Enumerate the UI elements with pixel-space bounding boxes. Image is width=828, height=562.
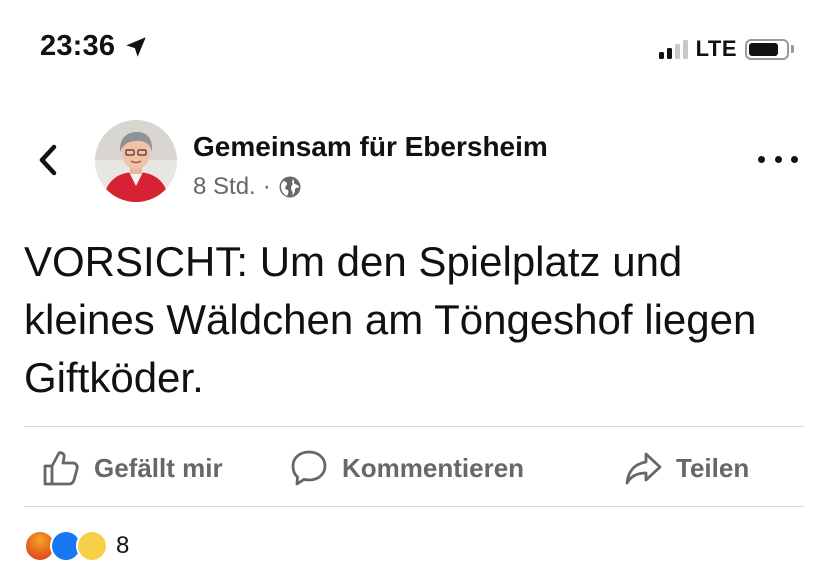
location-arrow-icon bbox=[126, 36, 146, 57]
post-text: VORSICHT: Um den Spielplatz und kleines … bbox=[24, 238, 757, 401]
reaction-count: 8 bbox=[116, 532, 130, 559]
chevron-left-icon bbox=[39, 144, 57, 176]
haha-reaction-icon bbox=[76, 530, 108, 562]
status-bar-time: 23:36 bbox=[40, 30, 149, 63]
more-options-button[interactable] bbox=[758, 146, 798, 172]
battery-icon bbox=[745, 38, 794, 60]
post-time[interactable]: 8 Std. bbox=[193, 173, 256, 201]
thumbs-up-icon bbox=[43, 451, 79, 486]
more-dot-icon bbox=[791, 155, 798, 163]
cellular-signal-icon bbox=[658, 39, 688, 59]
more-dot-icon bbox=[774, 155, 782, 163]
back-button[interactable] bbox=[30, 140, 66, 180]
more-dot-icon bbox=[758, 155, 765, 163]
network-type: LTE bbox=[695, 36, 737, 61]
globe-icon bbox=[279, 176, 301, 198]
divider bbox=[24, 426, 804, 427]
post-meta: 8 Std. · bbox=[193, 173, 302, 201]
reactions-summary[interactable]: 8 bbox=[24, 530, 129, 562]
share-label: Teilen bbox=[676, 452, 750, 483]
comment-button[interactable]: Kommentieren bbox=[290, 445, 524, 491]
page-name[interactable]: Gemeinsam für Ebersheim bbox=[193, 131, 548, 163]
status-indicators: LTE bbox=[658, 36, 794, 62]
meta-separator: · bbox=[262, 173, 271, 200]
comment-label: Kommentieren bbox=[342, 452, 525, 483]
avatar[interactable] bbox=[95, 120, 177, 202]
like-button[interactable]: Gefällt mir bbox=[42, 445, 223, 491]
clock-time: 23:36 bbox=[40, 30, 116, 62]
like-label: Gefällt mir bbox=[94, 452, 223, 483]
share-button[interactable]: Teilen bbox=[624, 445, 749, 491]
share-arrow-icon bbox=[625, 452, 662, 485]
comment-icon bbox=[291, 450, 327, 486]
divider bbox=[24, 506, 804, 507]
profile-photo bbox=[95, 120, 177, 202]
